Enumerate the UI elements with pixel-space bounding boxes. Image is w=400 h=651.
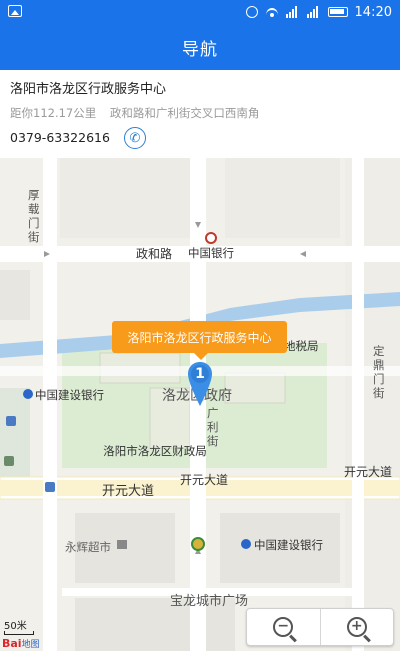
battery-icon <box>327 7 348 17</box>
label-kaiyuan-ave-3: 开元大道 <box>344 465 393 479</box>
label-finance-bureau[interactable]: 洛阳市洛龙区财政局 <box>100 444 210 459</box>
zoom-in-icon: + <box>346 617 367 637</box>
label-yonghui-supermarket[interactable]: 永辉超市 <box>65 539 111 555</box>
status-icons: 14:20 <box>245 3 392 21</box>
label-dingding-street: 定鼎门街 <box>373 344 385 400</box>
call-button[interactable]: ✆ <box>124 127 146 149</box>
label-ccb-1[interactable]: 中国建设银行 <box>35 387 104 403</box>
label-kaiyuan-ave-2: 开元大道 <box>180 473 229 487</box>
label-baolong-plaza[interactable]: 宝龙城市广场 <box>170 590 248 609</box>
label-tax-bureau[interactable]: 地税局 <box>284 338 319 354</box>
alarm-icon <box>245 6 258 18</box>
wifi-icon <box>265 6 279 18</box>
callout-text: 洛阳市洛龙区行政服务中心 <box>127 330 272 345</box>
phone-icon: ✆ <box>129 130 141 146</box>
zoom-out-button[interactable]: − <box>247 609 320 645</box>
status-bar: 14:20 <box>0 0 400 24</box>
nav-bar: 导航 <box>0 24 400 70</box>
place-name: 洛阳市洛龙区行政服务中心 <box>10 82 167 97</box>
place-info: 洛阳市洛龙区行政服务中心 距你112.17公里 政和路和广利街交叉口西南角 03… <box>0 70 400 158</box>
destination-callout[interactable]: 洛阳市洛龙区行政服务中心 <box>112 321 287 360</box>
pin-number: 1 <box>195 366 205 382</box>
zoom-control: − + <box>246 608 394 646</box>
gallery-icon <box>8 5 22 17</box>
label-ccb-2[interactable]: 中国建设银行 <box>254 537 323 553</box>
map-scale-text: 50米 <box>4 621 27 632</box>
zoom-out-icon: − <box>273 617 294 637</box>
label-zhenghe-road: 政和路 <box>136 247 173 261</box>
place-distance: 距你112.17公里 <box>10 106 97 120</box>
map-view[interactable]: 厚载门街 政和路 中国银行 地税局 定鼎门街 中国建设银行 洛龙区政府 广利街 … <box>0 158 400 651</box>
signal-icon <box>285 6 300 18</box>
label-guangli-street: 广利街 <box>207 406 219 448</box>
place-phone[interactable]: 0379-63322616 <box>10 130 110 145</box>
label-bank-of-china[interactable]: 中国银行 <box>188 245 234 261</box>
destination-pin-icon[interactable]: 1 <box>188 362 212 406</box>
place-address-line: 距你112.17公里 政和路和广利街交叉口西南角 <box>10 105 269 121</box>
status-time: 14:20 <box>354 4 392 20</box>
screen: 14:20 导航 洛阳市洛龙区行政服务中心 距你112.17公里 政和路和广利街… <box>0 0 400 651</box>
label-kaiyuan-ave-1: 开元大道 <box>102 484 155 499</box>
label-houzai-street: 厚载门街 <box>28 188 40 244</box>
page-title: 导航 <box>182 39 218 60</box>
baidu-logo: Bai地图 <box>2 637 40 650</box>
signal-icon-2 <box>306 6 321 18</box>
place-address: 政和路和广利街交叉口西南角 <box>109 106 260 120</box>
zoom-in-button[interactable]: + <box>319 609 394 645</box>
map-scale-bar <box>4 631 34 635</box>
